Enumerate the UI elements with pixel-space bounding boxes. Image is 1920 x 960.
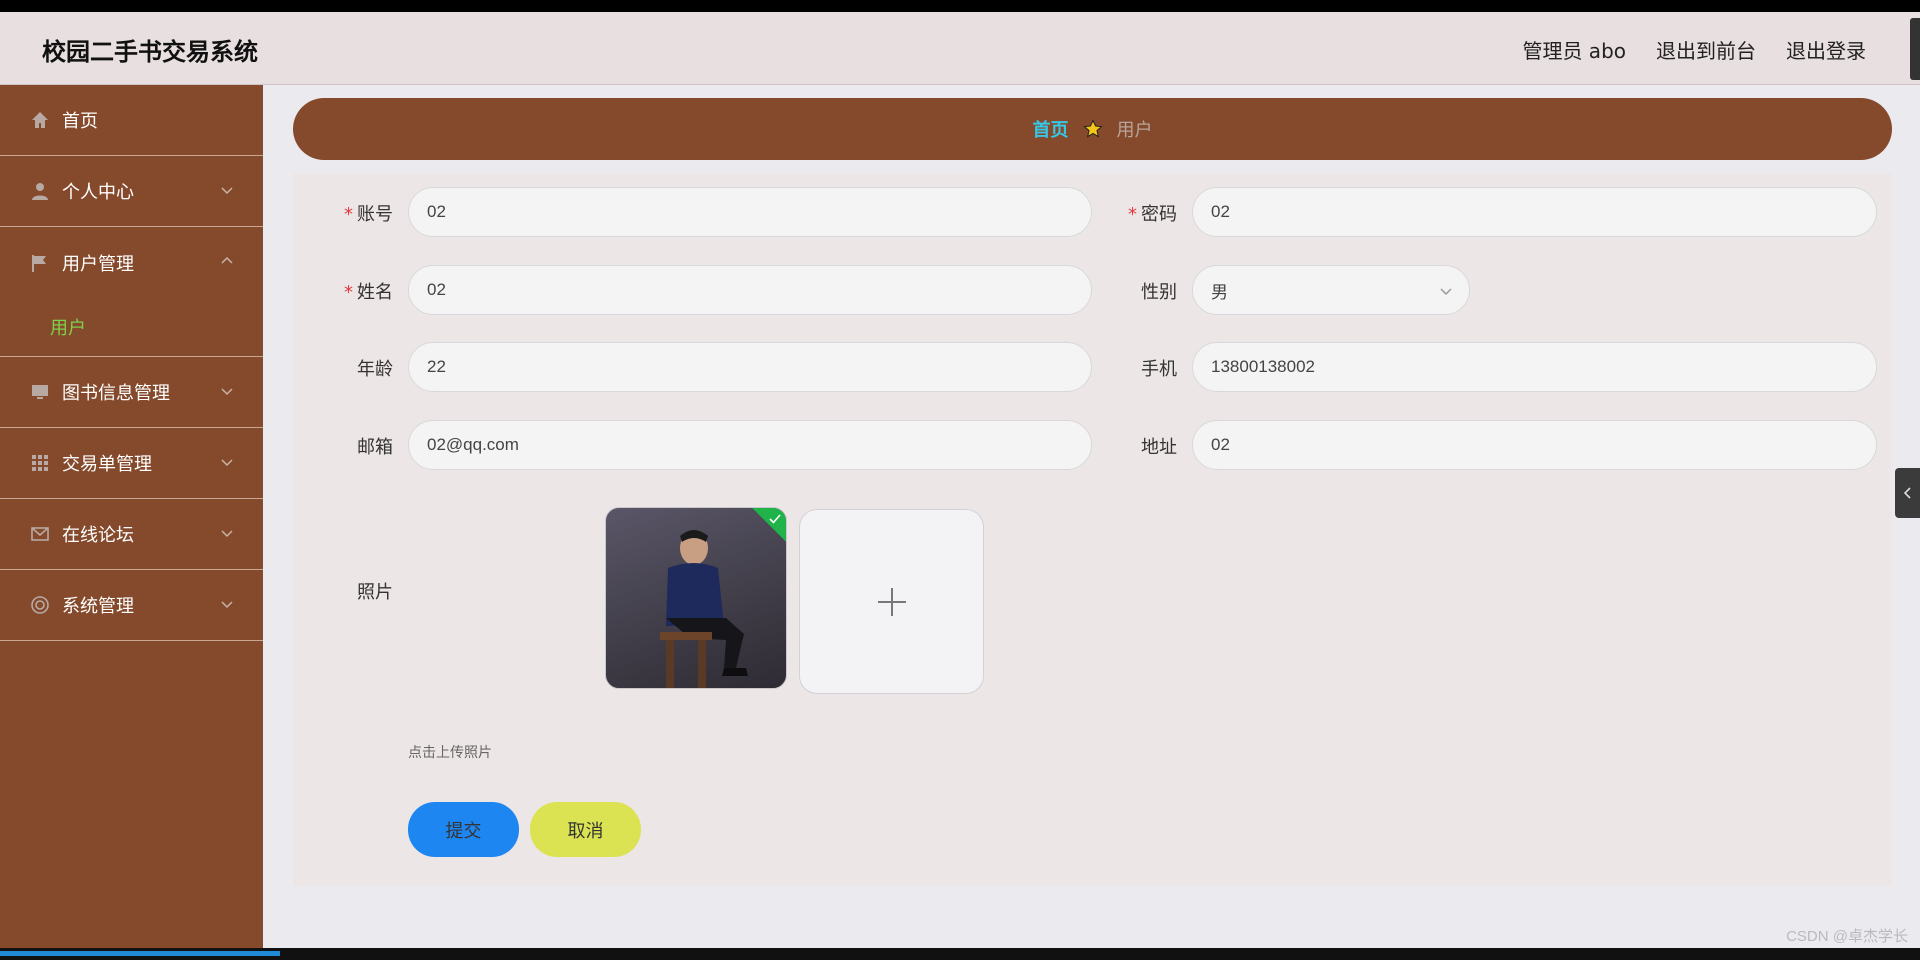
sidebar-item-user-management[interactable]: 用户管理 xyxy=(0,227,263,298)
phone-label: 手机 xyxy=(1141,359,1177,380)
email-label: 邮箱 xyxy=(357,437,393,458)
gender-label: 性别 xyxy=(1141,282,1177,303)
person-photo xyxy=(660,530,748,688)
video-progress-bar xyxy=(0,951,280,956)
app-title: 校园二手书交易系统 xyxy=(42,38,258,66)
cancel-button[interactable]: 取消 xyxy=(530,802,641,857)
age-input[interactable]: 22 xyxy=(408,342,1092,392)
gender-select[interactable]: 男 xyxy=(1192,265,1470,315)
scrollbar-edge xyxy=(1910,18,1920,80)
photo-upload-button[interactable] xyxy=(799,509,984,694)
address-label: 地址 xyxy=(1141,437,1177,458)
chevron-down-icon xyxy=(1440,288,1452,296)
watermark: CSDN @卓杰学长 xyxy=(1786,928,1908,945)
sidebar-item-forum[interactable]: 在线论坛 xyxy=(0,499,263,570)
email-input[interactable]: 02@qq.com xyxy=(408,420,1092,470)
address-input[interactable]: 02 xyxy=(1192,420,1877,470)
exit-to-frontend-link[interactable]: 退出到前台 xyxy=(1656,35,1756,64)
name-input[interactable]: 02 xyxy=(408,265,1092,315)
breadcrumb-current: 用户 xyxy=(1116,120,1153,141)
flag-icon xyxy=(30,253,50,273)
breadcrumb: 首页 用户 xyxy=(293,98,1892,160)
chevron-down-icon xyxy=(221,187,233,195)
name-label: * 姓名 xyxy=(344,282,393,303)
chevron-down-icon xyxy=(221,388,233,396)
checkmark-icon xyxy=(769,514,781,524)
star-icon xyxy=(1082,119,1103,138)
chevron-up-icon xyxy=(221,256,233,264)
user-icon xyxy=(30,181,50,201)
sidebar-subitem-user[interactable]: 用户 xyxy=(0,298,263,356)
sidebar-item-label: 用户管理 xyxy=(62,253,134,275)
panel-collapse-toggle[interactable] xyxy=(1895,468,1920,518)
chevron-down-icon xyxy=(221,601,233,609)
sidebar-item-personal-center[interactable]: 个人中心 xyxy=(0,156,263,227)
account-input[interactable]: 02 xyxy=(408,187,1092,237)
phone-input[interactable]: 13800138002 xyxy=(1192,342,1877,392)
sidebar-item-label: 首页 xyxy=(62,111,98,132)
required-mark: * xyxy=(1128,204,1137,225)
password-label: * 密码 xyxy=(1128,204,1177,225)
submit-button[interactable]: 提交 xyxy=(408,802,519,857)
grid-icon xyxy=(30,453,50,473)
plus-icon xyxy=(877,587,906,616)
sidebar-item-label: 图书信息管理 xyxy=(62,383,170,404)
upload-hint-text: 点击上传照片 xyxy=(408,745,492,761)
chevron-down-icon xyxy=(221,459,233,467)
age-label: 年龄 xyxy=(357,359,393,380)
settings-icon xyxy=(30,595,50,615)
mail-icon xyxy=(30,524,50,544)
gender-selected-value: 男 xyxy=(1211,282,1228,302)
home-icon xyxy=(30,110,50,130)
header-links: 管理员 abo 退出到前台 退出登录 xyxy=(1522,35,1866,64)
bottom-border xyxy=(0,948,1920,960)
app-window: 校园二手书交易系统 管理员 abo 退出到前台 退出登录 首页 个人中心 用户管… xyxy=(0,12,1920,948)
admin-user-link[interactable]: 管理员 abo xyxy=(1522,35,1626,64)
sidebar-item-home[interactable]: 首页 xyxy=(0,85,263,156)
required-mark: * xyxy=(344,282,353,303)
password-input[interactable]: 02 xyxy=(1192,187,1877,237)
sidebar-item-label: 系统管理 xyxy=(62,596,134,617)
photo-label: 照片 xyxy=(357,582,393,603)
sidebar-item-system[interactable]: 系统管理 xyxy=(0,570,263,641)
monitor-icon xyxy=(30,382,50,402)
breadcrumb-home-link[interactable]: 首页 xyxy=(1033,116,1069,142)
chevron-left-icon xyxy=(1903,487,1911,499)
sidebar: 首页 个人中心 用户管理 用户 图书信息管理 交易单管理 在线论坛 系统管理 xyxy=(0,85,263,948)
logout-link[interactable]: 退出登录 xyxy=(1786,35,1866,64)
sidebar-item-label: 在线论坛 xyxy=(62,525,134,546)
required-mark: * xyxy=(344,204,353,225)
sidebar-item-orders[interactable]: 交易单管理 xyxy=(0,428,263,499)
chevron-down-icon xyxy=(221,530,233,538)
sidebar-group-user-management: 用户管理 用户 xyxy=(0,227,263,357)
top-header: 校园二手书交易系统 管理员 abo 退出到前台 退出登录 xyxy=(0,12,1920,85)
sidebar-item-book-info[interactable]: 图书信息管理 xyxy=(0,357,263,428)
account-label: * 账号 xyxy=(344,204,393,225)
uploaded-photo-thumbnail[interactable] xyxy=(605,507,787,689)
sidebar-item-label: 个人中心 xyxy=(62,182,134,203)
sidebar-item-label: 交易单管理 xyxy=(62,454,152,475)
